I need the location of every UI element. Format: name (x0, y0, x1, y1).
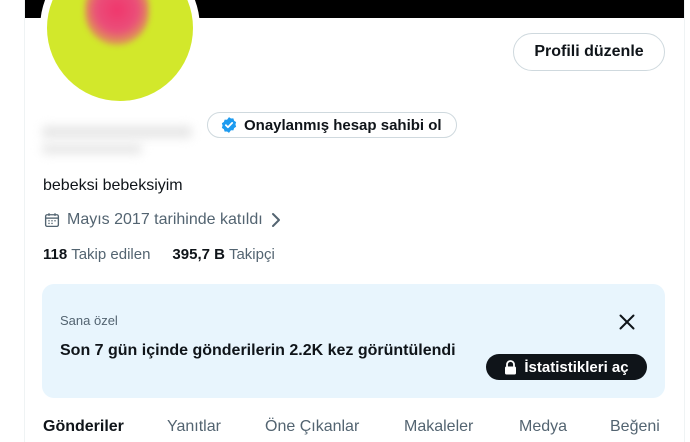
chevron-right-icon (271, 213, 280, 227)
lock-icon (505, 359, 517, 374)
get-verified-label: Onaylanmış hesap sahibi ol (244, 116, 442, 134)
card-message: Son 7 gün içinde gönderilerin 2.2K kez g… (60, 342, 456, 359)
followers-count: 395,7 B (172, 246, 225, 263)
column-divider-right (684, 0, 685, 442)
open-analytics-button[interactable]: İstatistikleri aç (486, 354, 647, 380)
tab-likes[interactable]: Beğeni (610, 418, 660, 436)
following-count: 118 (43, 246, 68, 263)
followers-link[interactable]: 395,7 B Takipçi (172, 246, 274, 263)
following-label: Takip edilen (71, 246, 151, 263)
analytics-promo-card: Sana özel Son 7 gün içinde gönderilerin … (42, 284, 665, 398)
profile-bio: bebeksi bebeksiyim (43, 177, 183, 194)
column-divider-left (24, 0, 25, 442)
following-link[interactable]: 118 Takip edilen (43, 246, 150, 263)
tab-replies[interactable]: Yanıtlar (167, 418, 221, 436)
tab-media[interactable]: Medya (519, 418, 567, 436)
profile-page: Profili düzenle Onaylanmış hesap sahibi … (0, 0, 690, 442)
edit-profile-button[interactable]: Profili düzenle (513, 33, 665, 71)
tab-posts[interactable]: Gönderiler (43, 418, 124, 436)
profile-tabs: Gönderiler Yanıtlar Öne Çıkanlar Makalel… (25, 412, 684, 442)
display-name-redacted (42, 120, 197, 158)
open-analytics-label: İstatistikleri aç (524, 358, 629, 376)
tab-highlights[interactable]: Öne Çıkanlar (265, 418, 359, 436)
joined-date-row[interactable]: Mayıs 2017 tarihinde katıldı (43, 211, 283, 229)
card-label: Sana özel (60, 313, 118, 328)
close-icon[interactable] (616, 311, 638, 333)
tab-articles[interactable]: Makaleler (404, 418, 473, 436)
calendar-icon (44, 213, 60, 228)
verified-badge-icon (221, 117, 237, 133)
follow-stats: 118 Takip edilen 395,7 B Takipçi (43, 246, 275, 263)
avatar-image-blurred (85, 0, 149, 45)
followers-label: Takipçi (228, 246, 275, 263)
joined-date-text: Mayıs 2017 tarihinde katıldı (67, 211, 263, 228)
get-verified-button[interactable]: Onaylanmış hesap sahibi ol (207, 112, 457, 138)
